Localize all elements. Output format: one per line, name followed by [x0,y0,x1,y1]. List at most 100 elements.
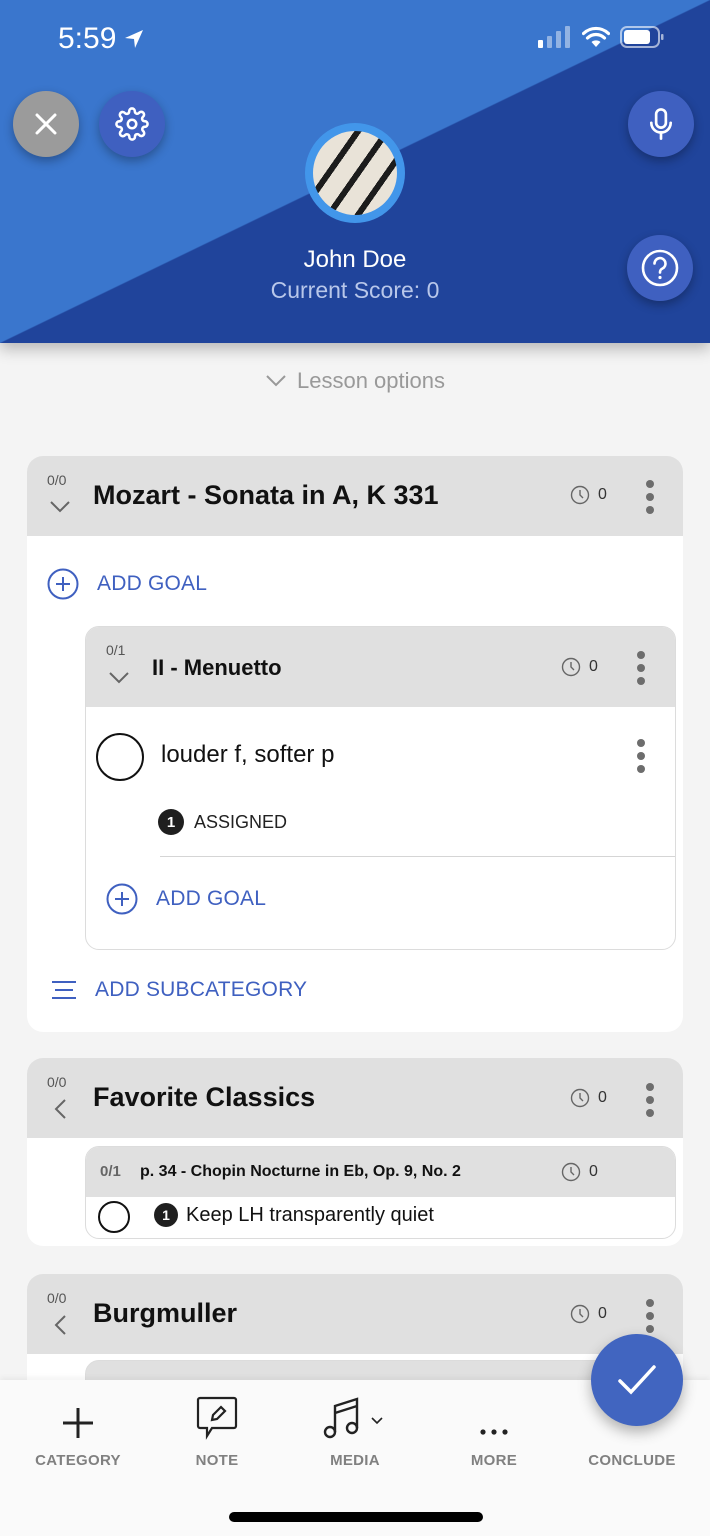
student-avatar[interactable] [305,123,405,223]
subcategory-timer[interactable]: 0 [561,657,598,677]
student-name: John Doe [303,246,407,273]
goal-complete-checkbox[interactable] [96,733,144,781]
tab-label: MORE [470,1452,518,1469]
close-icon [35,113,57,135]
category-timer[interactable]: 0 [570,1088,607,1108]
plus-icon [63,1408,93,1438]
close-button[interactable] [13,91,79,157]
microphone-button[interactable] [628,91,694,157]
microphone-icon [649,108,673,140]
subcategory-card: 0/1 p. 34 - Chopin Nocturne in Eb, Op. 9… [85,1146,676,1239]
clock-icon [570,485,590,505]
list-icon [52,981,76,999]
settings-button[interactable] [99,91,165,157]
note-icon [196,1396,238,1440]
more-icon [480,1429,508,1435]
category-menu-button[interactable] [645,1299,655,1333]
category-header[interactable]: 0/0 Favorite Classics 0 [27,1058,683,1138]
category-header[interactable]: 0/0 Burgmuller 0 [27,1274,683,1354]
subcategory-menu-button[interactable] [636,651,646,685]
clock: 5:59 [58,22,117,55]
tab-label: MEDIA [330,1452,380,1469]
goal-text[interactable]: louder f, softer p [161,741,334,769]
chevron-down-icon [266,375,286,387]
category-title: Burgmuller [93,1298,238,1328]
goal-fraction: 0/1 [106,642,126,658]
lesson-options-label: Lesson options [297,368,445,393]
goal-text: Keep LH transparently quiet [186,1203,434,1226]
clock-icon [561,1162,581,1182]
goal-fraction: 0/0 [47,472,67,488]
goal-assigned-status: 1 ASSIGNED [158,809,287,835]
timer-value: 0 [598,1089,607,1106]
chevron-left-icon[interactable] [53,1314,67,1336]
clock-icon [570,1088,590,1108]
tab-label: NOTE [195,1452,239,1469]
category-title: Mozart - Sonata in A, K 331 [93,480,439,510]
assigned-label: ASSIGNED [194,811,288,832]
chevron-down-icon[interactable] [108,671,130,685]
timer-value: 0 [598,486,607,503]
tab-category[interactable]: CATEGORY [8,1380,148,1469]
status-indicators [538,26,664,48]
chevron-down-icon[interactable] [49,500,71,514]
location-arrow-icon [125,30,144,48]
check-icon [618,1365,656,1395]
tab-label: CATEGORY [35,1452,121,1469]
plus-circle-icon [47,568,79,600]
add-goal-label: ADD GOAL [97,572,208,595]
chevron-left-icon[interactable] [53,1098,67,1120]
add-subcategory-button[interactable]: ADD SUBCATEGORY [51,978,307,1002]
category-title: Favorite Classics [93,1082,316,1112]
home-indicator[interactable] [229,1512,483,1522]
goal-fraction: 0/0 [47,1074,67,1090]
lesson-header: 5:59 John Doe Current Score: 0 [0,0,710,343]
assigned-count-badge: 1 [158,809,184,835]
signal-icon [538,26,570,48]
timer-value: 0 [598,1305,607,1322]
subcategory-card: 0/1 II - Menuetto 0 louder f, softer p 1… [85,626,676,950]
wifi-icon [582,26,610,47]
subcategory-header[interactable]: 0/1 p. 34 - Chopin Nocturne in Eb, Op. 9… [86,1147,675,1197]
current-score: Current Score: 0 [270,277,440,303]
category-menu-button[interactable] [645,1083,655,1117]
goal-complete-checkbox[interactable] [98,1201,130,1233]
category-card: 0/0 Mozart - Sonata in A, K 331 0 ADD GO… [27,456,683,1032]
goal-fraction: 0/1 [100,1163,121,1180]
add-goal-label: ADD GOAL [156,887,267,910]
category-timer[interactable]: 0 [570,485,607,505]
subcategory-header[interactable]: 0/1 II - Menuetto 0 [86,627,675,707]
subcategory-timer[interactable]: 0 [561,1162,598,1182]
tab-label: CONCLUDE [588,1452,676,1469]
status-time: 5:59 [58,22,146,56]
gear-icon [115,107,149,141]
divider [160,856,675,857]
clock-icon [561,657,581,677]
lesson-options-toggle[interactable]: Lesson options [0,368,710,394]
lesson-screen: 5:59 John Doe Current Score: 0 Lesson op… [0,0,710,1536]
battery-icon [620,26,664,48]
category-menu-button[interactable] [645,480,655,514]
timer-value: 0 [589,1163,598,1180]
subcategory-title: p. 34 - Chopin Nocturne in Eb, Op. 9, No… [140,1163,461,1180]
goal-row[interactable]: 1 Keep LH transparently quiet [154,1203,434,1227]
tab-media[interactable]: MEDIA [285,1380,425,1469]
tab-more[interactable]: MORE [424,1380,564,1469]
avatar-image-piano [313,131,397,215]
add-subcategory-label: ADD SUBCATEGORY [95,978,308,1001]
timer-value: 0 [589,658,598,675]
category-timer[interactable]: 0 [570,1304,607,1324]
goal-menu-button[interactable] [636,739,646,773]
music-icon [323,1397,383,1439]
plus-circle-icon [106,883,138,915]
clock-icon [570,1304,590,1324]
tab-note[interactable]: NOTE [147,1380,287,1469]
add-goal-button[interactable]: ADD GOAL [106,883,266,915]
subcategory-title: II - Menuetto [152,655,282,680]
conclude-button[interactable] [591,1334,683,1426]
goal-fraction: 0/0 [47,1290,67,1306]
category-header[interactable]: 0/0 Mozart - Sonata in A, K 331 0 [27,456,683,536]
assigned-count-badge: 1 [154,1203,178,1227]
add-goal-button[interactable]: ADD GOAL [47,568,207,600]
category-card: 0/0 Favorite Classics 0 0/1 p. 34 - Chop… [27,1058,683,1246]
